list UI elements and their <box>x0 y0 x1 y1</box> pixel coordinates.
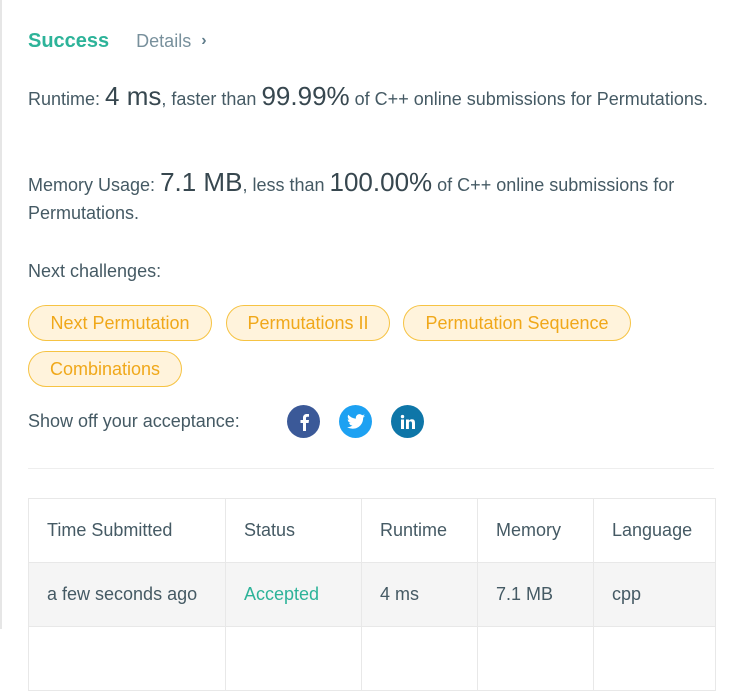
column-header-language: Language <box>593 498 716 563</box>
runtime-stat: Runtime: 4 ms, faster than 99.99% of C++… <box>28 82 718 113</box>
column-header-runtime: Runtime <box>361 498 478 563</box>
table-header-row: Time Submitted Status Runtime Memory Lan… <box>28 498 716 563</box>
table-row: a few seconds ago Accepted 4 ms 7.1 MB c… <box>28 562 716 627</box>
runtime-value: 4 ms <box>105 81 162 111</box>
challenge-chip-combinations[interactable]: Combinations <box>28 351 182 387</box>
chevron-right-icon: › <box>201 32 207 49</box>
challenge-chip-next-permutation[interactable]: Next Permutation <box>28 305 212 341</box>
details-link[interactable]: Details › <box>136 31 206 52</box>
left-border <box>0 0 2 629</box>
details-label: Details <box>136 30 192 51</box>
column-header-memory: Memory <box>477 498 594 563</box>
memory-label: Memory Usage: <box>28 175 156 195</box>
linkedin-icon[interactable] <box>391 405 424 438</box>
cell-time-submitted: a few seconds ago <box>28 562 226 627</box>
challenge-chip-permutation-sequence[interactable]: Permutation Sequence <box>403 305 631 341</box>
column-header-time-submitted: Time Submitted <box>28 498 226 563</box>
challenge-chip-permutations-ii[interactable]: Permutations II <box>226 305 390 341</box>
runtime-mid: , faster than <box>161 89 257 109</box>
memory-percent: 100.00% <box>329 167 433 197</box>
memory-stat: Memory Usage: 7.1 MB, less than 100.00% … <box>28 168 718 227</box>
share-label: Show off your acceptance: <box>28 411 240 431</box>
runtime-percent: 99.99% <box>261 81 350 111</box>
memory-value: 7.1 MB <box>160 167 243 197</box>
table-row-partial <box>28 626 716 691</box>
twitter-icon[interactable] <box>339 405 372 438</box>
cell-status-link[interactable]: Accepted <box>225 562 362 627</box>
success-status: Success <box>28 29 110 52</box>
facebook-icon[interactable] <box>287 405 320 438</box>
submissions-table: Time Submitted Status Runtime Memory Lan… <box>28 498 716 691</box>
next-challenges-label: Next challenges: <box>28 261 162 281</box>
result-header: Success Details › <box>28 28 207 54</box>
runtime-label: Runtime: <box>28 89 101 109</box>
column-header-status: Status <box>225 498 362 563</box>
cell-runtime: 4 ms <box>361 562 478 627</box>
cell-language: cpp <box>593 562 716 627</box>
memory-mid: , less than <box>242 175 325 195</box>
divider <box>28 468 714 469</box>
cell-memory: 7.1 MB <box>477 562 594 627</box>
runtime-suffix: of C++ online submissions for Permutatio… <box>354 89 708 109</box>
